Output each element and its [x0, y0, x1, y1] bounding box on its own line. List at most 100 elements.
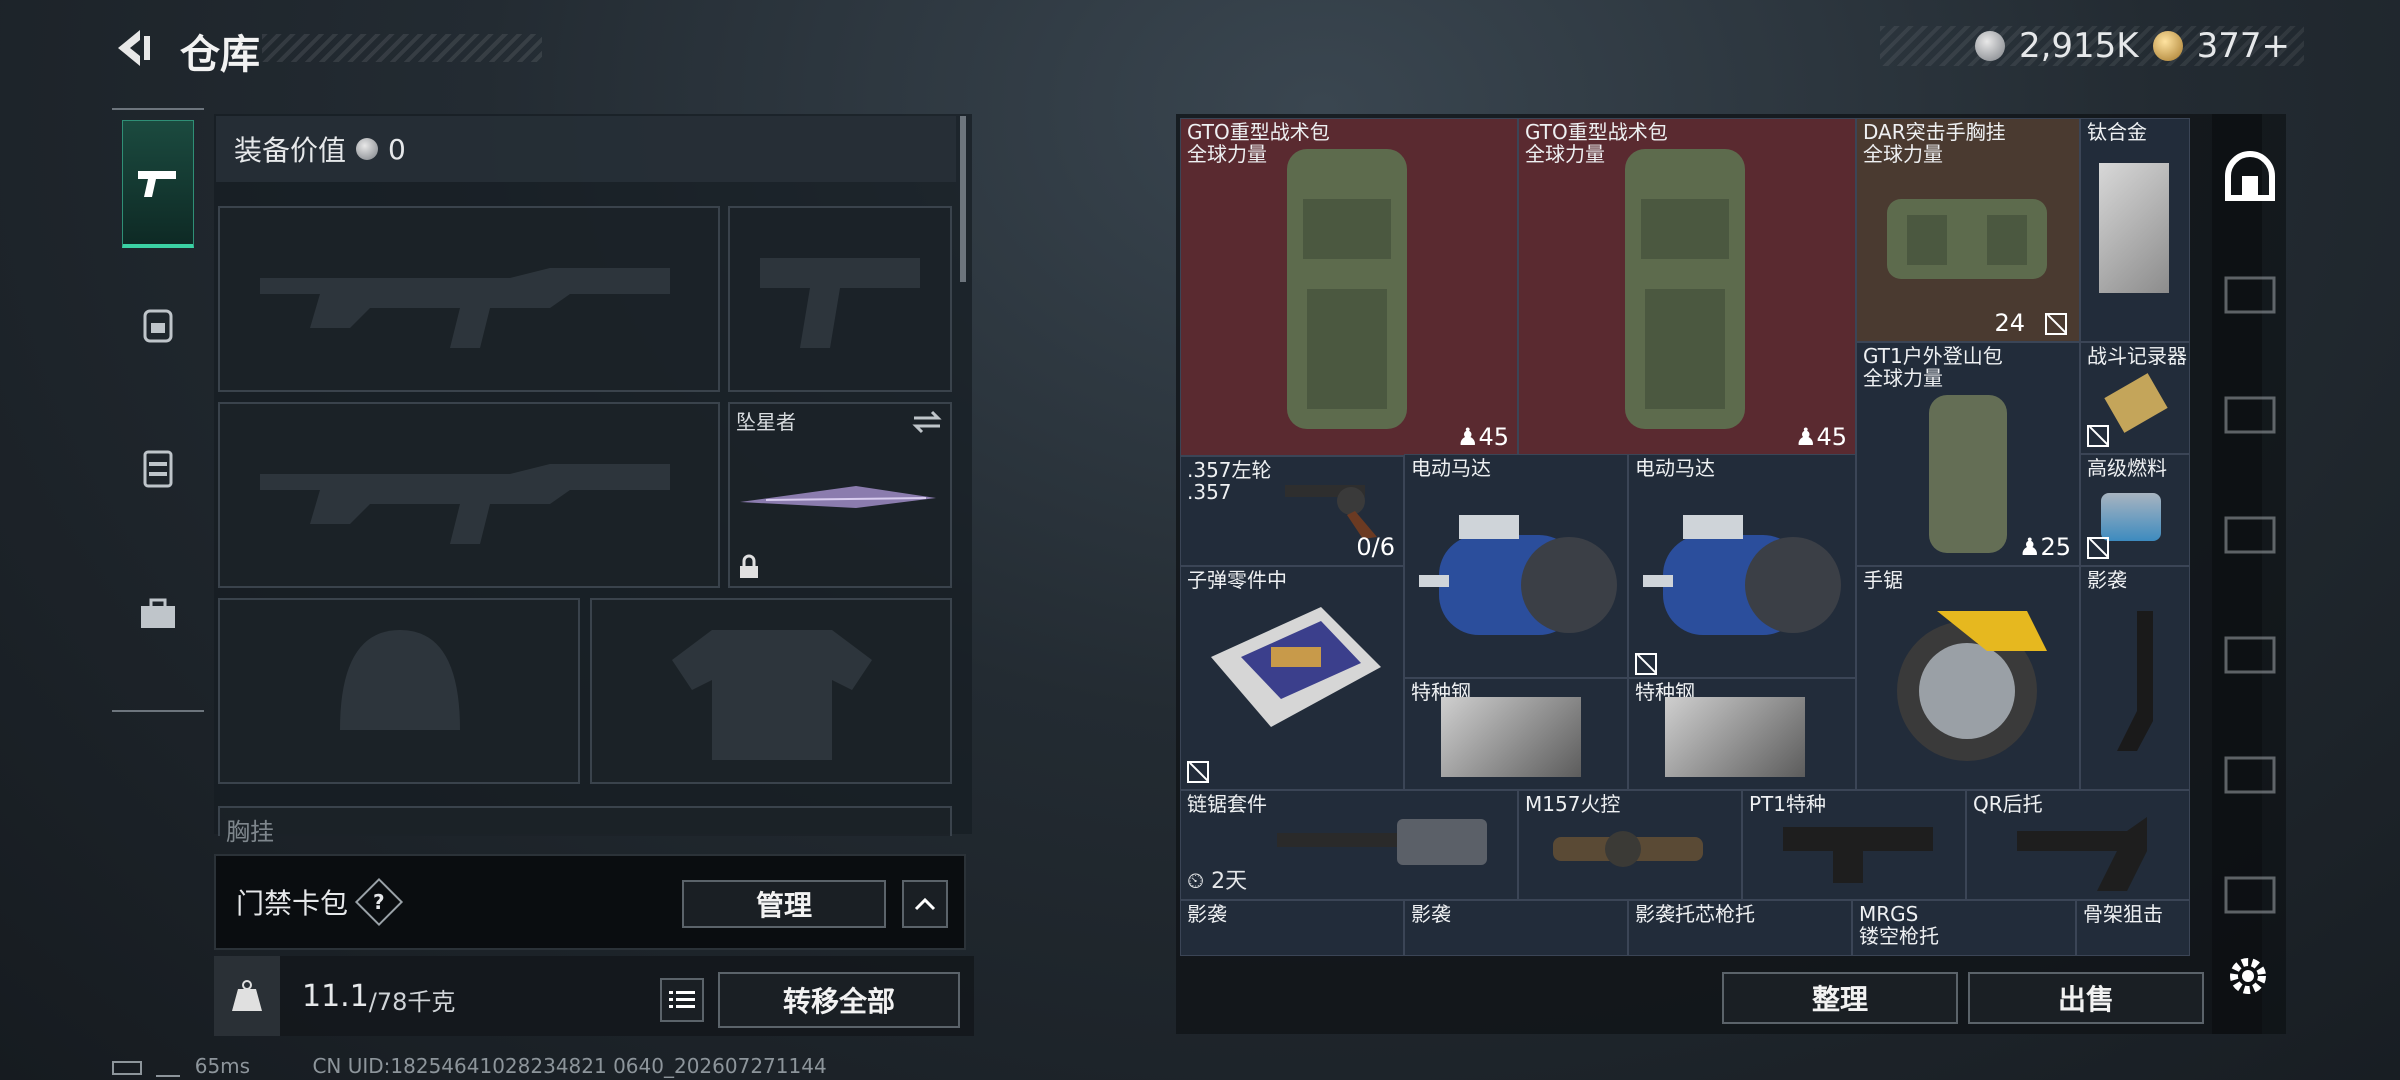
melee-slot[interactable]: 坠星者	[728, 402, 952, 588]
weight-kg-icon	[214, 956, 280, 1036]
electric-motor-icon	[1643, 515, 1841, 635]
inventory-item[interactable]: GTO重型战术包 全球力量 ♟45	[1180, 118, 1518, 456]
inventory-grid: GTO重型战术包 全球力量 ♟45 GTO重型战术包 全球力量 ♟45 DAR突…	[1180, 118, 2190, 956]
inventory-item[interactable]: 特种钢	[1404, 678, 1628, 790]
stash-tab-4[interactable]	[2220, 504, 2280, 564]
ping: 65ms	[194, 1054, 251, 1078]
weight-bar: 11.1 /78千克 转移全部	[214, 956, 974, 1036]
inventory-item[interactable]: 影袭托芯枪托	[1628, 900, 1852, 956]
battery-icon	[112, 1060, 142, 1075]
recorder-icon	[2104, 373, 2168, 433]
nav-weapons[interactable]	[122, 120, 194, 248]
no-insure-icon	[2045, 313, 2067, 335]
stash-tab-3c[interactable]	[2220, 864, 2280, 924]
steel-ingot-icon	[1665, 697, 1805, 777]
inventory-item[interactable]: GTO重型战术包 全球力量 ♟45	[1518, 118, 1856, 456]
home-icon[interactable]	[2220, 146, 2280, 206]
backpack-icon	[1625, 149, 1745, 429]
inventory-item[interactable]: 电动马达	[1404, 454, 1628, 678]
expand-button[interactable]	[902, 880, 948, 928]
inventory-item[interactable]: 特种钢	[1628, 678, 1856, 790]
help-icon[interactable]: ?	[354, 877, 404, 927]
stash-tab-5[interactable]	[2220, 624, 2280, 684]
inventory-item[interactable]: DAR突击手胸挂 全球力量 24	[1856, 118, 2080, 342]
timer: ⏲ 2天	[1187, 869, 1248, 894]
pistol-silhouette-icon	[760, 258, 920, 348]
inventory-item[interactable]: 钛合金	[2080, 118, 2190, 342]
silver-coin-icon	[1974, 31, 2005, 61]
chest-rig-label: 胸挂	[226, 818, 274, 846]
ammo-count: 0/6	[1356, 533, 1395, 561]
stash-tab-4b[interactable]	[2220, 744, 2280, 804]
item-count: 25	[2040, 533, 2071, 561]
no-insure-icon	[1187, 761, 1209, 783]
sell-button[interactable]: 出售	[1968, 972, 2204, 1024]
primary-weapon-slot[interactable]	[218, 206, 720, 392]
fuel-can-icon	[2101, 493, 2161, 541]
no-insure-icon	[2087, 425, 2109, 447]
inventory-item[interactable]: 手锯	[1856, 566, 2080, 790]
rifle-silhouette-icon	[260, 268, 670, 348]
melee-name: 坠星者	[736, 410, 796, 434]
inventory-item[interactable]: QR后托	[1966, 790, 2190, 900]
equipment-scrollbar[interactable]	[960, 116, 966, 282]
transfer-all-button[interactable]: 转移全部	[718, 972, 960, 1028]
stash-tab-3[interactable]	[2220, 264, 2280, 324]
settings-gear-icon[interactable]	[2226, 954, 2270, 998]
title-decoration	[262, 34, 542, 62]
manage-button[interactable]: 管理	[682, 880, 886, 928]
inventory-item[interactable]: MRGS 镂空枪托	[1852, 900, 2076, 956]
titanium-icon	[2099, 163, 2169, 293]
equipment-value-label: 装备价值	[234, 134, 347, 167]
stock-icon	[2017, 817, 2147, 891]
no-insure-icon	[1635, 653, 1657, 675]
secondary-weapon-slot[interactable]	[728, 206, 952, 392]
stock-icon	[2117, 611, 2153, 751]
nav-tools[interactable]	[122, 550, 194, 678]
inventory-item[interactable]: 高级燃料	[2080, 454, 2190, 566]
item-count: 45	[1478, 423, 1509, 451]
status-line: 65ms CN UID:18254641028234821 0640_20260…	[112, 1054, 827, 1078]
currency-silver-amount: 2,915K	[2018, 26, 2139, 66]
nav-vest[interactable]	[122, 404, 194, 532]
inventory-item[interactable]: GT1户外登山包 全球力量 ♟25	[1856, 342, 2080, 566]
sort-button[interactable]: 整理	[1722, 972, 1958, 1024]
rifle-silhouette-icon	[260, 464, 670, 544]
no-insure-icon	[2087, 537, 2109, 559]
steel-ingot-icon	[1441, 697, 1581, 777]
inventory-item[interactable]: 子弹零件中	[1180, 566, 1404, 790]
revolver-icon	[1285, 485, 1377, 539]
currency-gold-amount[interactable]: 377+	[2197, 26, 2290, 66]
chest-rig-slot[interactable]: 胸挂	[218, 806, 952, 846]
swap-icon[interactable]	[910, 410, 944, 434]
helmet-slot[interactable]	[218, 598, 580, 784]
pistol-icon	[138, 170, 176, 197]
back-arrow-icon[interactable]	[110, 26, 154, 70]
inventory-item[interactable]: 战斗记录器	[2080, 342, 2190, 454]
stash-tab-3b[interactable]	[2220, 384, 2280, 444]
armor-silhouette-icon	[672, 630, 872, 760]
inventory-item[interactable]: .357左轮 .357 0/6	[1180, 456, 1404, 566]
backpack-icon	[1287, 149, 1407, 429]
vest-icon	[143, 450, 173, 488]
chainsaw-kit-icon	[1277, 819, 1487, 865]
inventory-item[interactable]: 影袭	[1180, 900, 1404, 956]
backpack-icon	[143, 309, 173, 343]
item-count: 45	[1816, 423, 1847, 451]
inventory-item[interactable]: 骨架狙击	[2076, 900, 2190, 956]
inventory-item[interactable]: 电动马达	[1628, 454, 1856, 678]
clock-icon: ⏲	[1187, 869, 1205, 894]
attachment-icon	[1783, 827, 1933, 883]
armor-slot[interactable]	[590, 598, 952, 784]
inventory-item[interactable]: M157火控	[1518, 790, 1742, 900]
list-view-button[interactable]	[660, 978, 704, 1022]
inventory-item[interactable]: 影袭	[1404, 900, 1628, 956]
inventory-item[interactable]: PT1特种	[1742, 790, 1966, 900]
nav-backpack[interactable]	[122, 260, 194, 388]
inventory-item[interactable]: 链锯套件 ⏲ 2天	[1180, 790, 1518, 900]
equipment-value-header: 装备价值 0	[216, 116, 956, 182]
inventory-item[interactable]: 影袭	[2080, 566, 2190, 790]
silver-coin-icon	[356, 138, 379, 160]
backpack-icon	[1929, 395, 2007, 553]
tertiary-weapon-slot[interactable]	[218, 402, 720, 588]
